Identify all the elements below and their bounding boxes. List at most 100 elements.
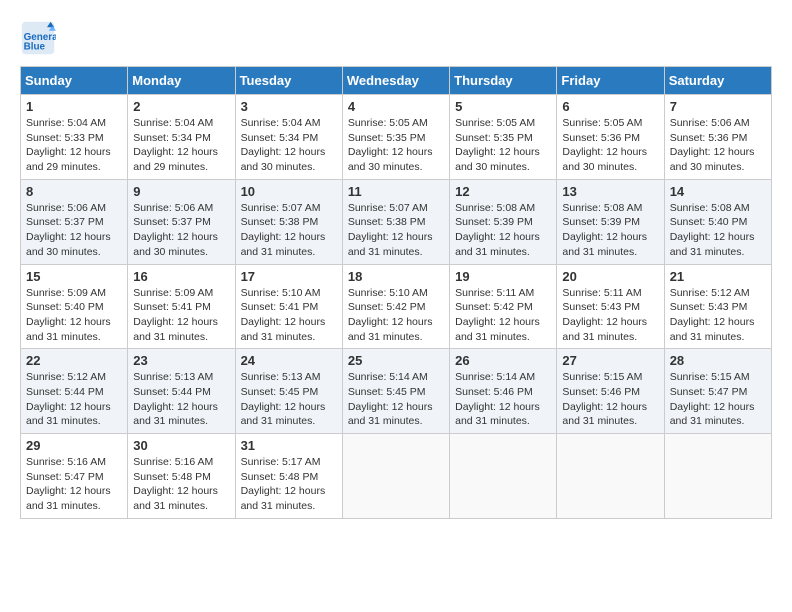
day-number: 27 — [562, 353, 658, 368]
day-info: Sunrise: 5:08 AM Sunset: 5:40 PM Dayligh… — [670, 201, 766, 260]
day-number: 4 — [348, 99, 444, 114]
day-info: Sunrise: 5:14 AM Sunset: 5:46 PM Dayligh… — [455, 370, 551, 429]
day-number: 21 — [670, 269, 766, 284]
day-number: 5 — [455, 99, 551, 114]
day-number: 29 — [26, 438, 122, 453]
day-info: Sunrise: 5:15 AM Sunset: 5:47 PM Dayligh… — [670, 370, 766, 429]
calendar-cell: 15 Sunrise: 5:09 AM Sunset: 5:40 PM Dayl… — [21, 264, 128, 349]
calendar-cell: 14 Sunrise: 5:08 AM Sunset: 5:40 PM Dayl… — [664, 179, 771, 264]
calendar-cell: 20 Sunrise: 5:11 AM Sunset: 5:43 PM Dayl… — [557, 264, 664, 349]
day-info: Sunrise: 5:04 AM Sunset: 5:34 PM Dayligh… — [241, 116, 337, 175]
day-info: Sunrise: 5:11 AM Sunset: 5:43 PM Dayligh… — [562, 286, 658, 345]
day-info: Sunrise: 5:06 AM Sunset: 5:37 PM Dayligh… — [133, 201, 229, 260]
calendar-cell: 13 Sunrise: 5:08 AM Sunset: 5:39 PM Dayl… — [557, 179, 664, 264]
calendar-cell — [342, 434, 449, 519]
day-info: Sunrise: 5:04 AM Sunset: 5:34 PM Dayligh… — [133, 116, 229, 175]
day-number: 11 — [348, 184, 444, 199]
day-info: Sunrise: 5:06 AM Sunset: 5:36 PM Dayligh… — [670, 116, 766, 175]
calendar-cell: 11 Sunrise: 5:07 AM Sunset: 5:38 PM Dayl… — [342, 179, 449, 264]
calendar-cell: 6 Sunrise: 5:05 AM Sunset: 5:36 PM Dayli… — [557, 95, 664, 180]
day-info: Sunrise: 5:06 AM Sunset: 5:37 PM Dayligh… — [26, 201, 122, 260]
day-number: 26 — [455, 353, 551, 368]
weekday-header-friday: Friday — [557, 67, 664, 95]
day-info: Sunrise: 5:16 AM Sunset: 5:47 PM Dayligh… — [26, 455, 122, 514]
day-number: 24 — [241, 353, 337, 368]
day-info: Sunrise: 5:08 AM Sunset: 5:39 PM Dayligh… — [455, 201, 551, 260]
day-info: Sunrise: 5:08 AM Sunset: 5:39 PM Dayligh… — [562, 201, 658, 260]
calendar-cell: 16 Sunrise: 5:09 AM Sunset: 5:41 PM Dayl… — [128, 264, 235, 349]
day-number: 17 — [241, 269, 337, 284]
day-number: 18 — [348, 269, 444, 284]
day-info: Sunrise: 5:05 AM Sunset: 5:35 PM Dayligh… — [455, 116, 551, 175]
calendar-cell: 17 Sunrise: 5:10 AM Sunset: 5:41 PM Dayl… — [235, 264, 342, 349]
page-header: General Blue — [20, 20, 772, 56]
calendar-cell: 28 Sunrise: 5:15 AM Sunset: 5:47 PM Dayl… — [664, 349, 771, 434]
calendar-cell: 3 Sunrise: 5:04 AM Sunset: 5:34 PM Dayli… — [235, 95, 342, 180]
day-number: 20 — [562, 269, 658, 284]
day-number: 31 — [241, 438, 337, 453]
day-number: 19 — [455, 269, 551, 284]
weekday-header-monday: Monday — [128, 67, 235, 95]
calendar-table: SundayMondayTuesdayWednesdayThursdayFrid… — [20, 66, 772, 519]
day-number: 12 — [455, 184, 551, 199]
day-info: Sunrise: 5:10 AM Sunset: 5:42 PM Dayligh… — [348, 286, 444, 345]
day-info: Sunrise: 5:13 AM Sunset: 5:45 PM Dayligh… — [241, 370, 337, 429]
day-number: 7 — [670, 99, 766, 114]
calendar-cell: 21 Sunrise: 5:12 AM Sunset: 5:43 PM Dayl… — [664, 264, 771, 349]
weekday-header-thursday: Thursday — [450, 67, 557, 95]
calendar-cell — [557, 434, 664, 519]
day-info: Sunrise: 5:05 AM Sunset: 5:36 PM Dayligh… — [562, 116, 658, 175]
calendar-cell: 2 Sunrise: 5:04 AM Sunset: 5:34 PM Dayli… — [128, 95, 235, 180]
weekday-header-saturday: Saturday — [664, 67, 771, 95]
weekday-header-row: SundayMondayTuesdayWednesdayThursdayFrid… — [21, 67, 772, 95]
calendar-cell: 18 Sunrise: 5:10 AM Sunset: 5:42 PM Dayl… — [342, 264, 449, 349]
day-number: 23 — [133, 353, 229, 368]
calendar-cell: 29 Sunrise: 5:16 AM Sunset: 5:47 PM Dayl… — [21, 434, 128, 519]
day-number: 16 — [133, 269, 229, 284]
calendar-cell: 25 Sunrise: 5:14 AM Sunset: 5:45 PM Dayl… — [342, 349, 449, 434]
logo-icon: General Blue — [20, 20, 56, 56]
calendar-cell: 27 Sunrise: 5:15 AM Sunset: 5:46 PM Dayl… — [557, 349, 664, 434]
calendar-cell: 10 Sunrise: 5:07 AM Sunset: 5:38 PM Dayl… — [235, 179, 342, 264]
calendar-cell: 26 Sunrise: 5:14 AM Sunset: 5:46 PM Dayl… — [450, 349, 557, 434]
calendar-week-5: 29 Sunrise: 5:16 AM Sunset: 5:47 PM Dayl… — [21, 434, 772, 519]
day-number: 9 — [133, 184, 229, 199]
day-number: 13 — [562, 184, 658, 199]
day-number: 3 — [241, 99, 337, 114]
calendar-cell: 5 Sunrise: 5:05 AM Sunset: 5:35 PM Dayli… — [450, 95, 557, 180]
day-info: Sunrise: 5:09 AM Sunset: 5:41 PM Dayligh… — [133, 286, 229, 345]
calendar-cell: 12 Sunrise: 5:08 AM Sunset: 5:39 PM Dayl… — [450, 179, 557, 264]
calendar-week-1: 1 Sunrise: 5:04 AM Sunset: 5:33 PM Dayli… — [21, 95, 772, 180]
day-number: 22 — [26, 353, 122, 368]
calendar-week-2: 8 Sunrise: 5:06 AM Sunset: 5:37 PM Dayli… — [21, 179, 772, 264]
day-number: 6 — [562, 99, 658, 114]
day-info: Sunrise: 5:12 AM Sunset: 5:44 PM Dayligh… — [26, 370, 122, 429]
calendar-week-4: 22 Sunrise: 5:12 AM Sunset: 5:44 PM Dayl… — [21, 349, 772, 434]
weekday-header-wednesday: Wednesday — [342, 67, 449, 95]
day-number: 2 — [133, 99, 229, 114]
calendar-week-3: 15 Sunrise: 5:09 AM Sunset: 5:40 PM Dayl… — [21, 264, 772, 349]
day-info: Sunrise: 5:11 AM Sunset: 5:42 PM Dayligh… — [455, 286, 551, 345]
day-info: Sunrise: 5:14 AM Sunset: 5:45 PM Dayligh… — [348, 370, 444, 429]
day-number: 8 — [26, 184, 122, 199]
calendar-cell — [664, 434, 771, 519]
day-number: 1 — [26, 99, 122, 114]
day-info: Sunrise: 5:05 AM Sunset: 5:35 PM Dayligh… — [348, 116, 444, 175]
calendar-cell: 19 Sunrise: 5:11 AM Sunset: 5:42 PM Dayl… — [450, 264, 557, 349]
weekday-header-tuesday: Tuesday — [235, 67, 342, 95]
day-info: Sunrise: 5:16 AM Sunset: 5:48 PM Dayligh… — [133, 455, 229, 514]
svg-text:Blue: Blue — [24, 42, 46, 53]
day-number: 10 — [241, 184, 337, 199]
day-info: Sunrise: 5:07 AM Sunset: 5:38 PM Dayligh… — [241, 201, 337, 260]
calendar-cell: 23 Sunrise: 5:13 AM Sunset: 5:44 PM Dayl… — [128, 349, 235, 434]
logo: General Blue — [20, 20, 62, 56]
day-info: Sunrise: 5:07 AM Sunset: 5:38 PM Dayligh… — [348, 201, 444, 260]
calendar-cell: 7 Sunrise: 5:06 AM Sunset: 5:36 PM Dayli… — [664, 95, 771, 180]
calendar-cell: 8 Sunrise: 5:06 AM Sunset: 5:37 PM Dayli… — [21, 179, 128, 264]
day-info: Sunrise: 5:15 AM Sunset: 5:46 PM Dayligh… — [562, 370, 658, 429]
calendar-cell: 31 Sunrise: 5:17 AM Sunset: 5:48 PM Dayl… — [235, 434, 342, 519]
weekday-header-sunday: Sunday — [21, 67, 128, 95]
day-number: 14 — [670, 184, 766, 199]
day-number: 28 — [670, 353, 766, 368]
day-info: Sunrise: 5:13 AM Sunset: 5:44 PM Dayligh… — [133, 370, 229, 429]
